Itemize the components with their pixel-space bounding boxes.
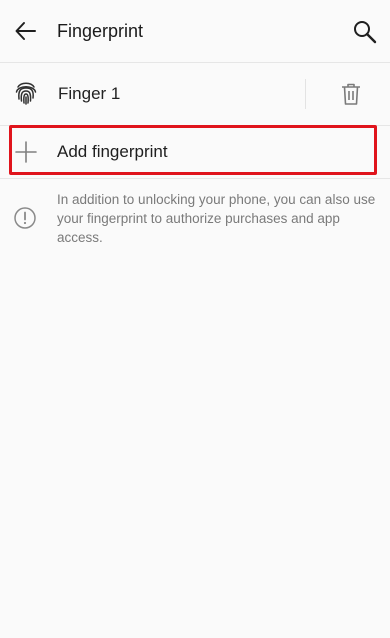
add-row-divider xyxy=(0,178,390,179)
plus-icon xyxy=(15,141,37,163)
fingerprint-icon xyxy=(15,82,37,105)
search-icon xyxy=(354,21,377,44)
info-message: In addition to unlocking your phone, you… xyxy=(0,190,390,254)
page-title: Fingerprint xyxy=(57,21,144,41)
add-fingerprint-label: Add fingerprint xyxy=(57,142,168,161)
fingerprint-item-finger-1[interactable]: Finger 1 xyxy=(0,63,390,125)
vertical-divider xyxy=(305,79,306,109)
search-button[interactable] xyxy=(346,13,384,51)
app-bar: Fingerprint xyxy=(0,0,390,62)
add-fingerprint-button[interactable]: Add fingerprint xyxy=(0,126,390,178)
trash-icon xyxy=(342,83,360,105)
arrow-left-icon xyxy=(15,22,36,40)
back-button[interactable] xyxy=(8,13,44,49)
info-text: In addition to unlocking your phone, you… xyxy=(57,192,376,245)
delete-fingerprint-button[interactable] xyxy=(334,79,368,109)
fingerprint-label: Finger 1 xyxy=(58,84,121,103)
info-icon xyxy=(14,207,36,229)
